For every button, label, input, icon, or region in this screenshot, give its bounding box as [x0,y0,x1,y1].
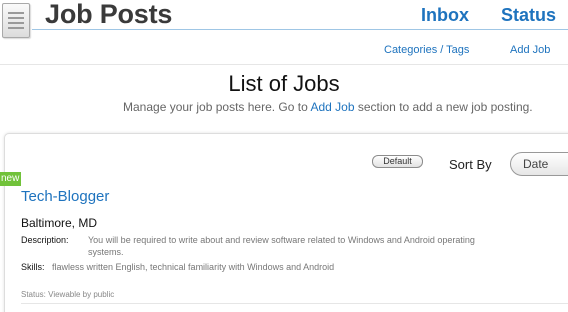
job-status: Status: Viewable by public [21,290,115,299]
subnav-divider [0,64,568,65]
subtitle-text-before: Manage your job posts here. Go to [123,100,311,114]
new-badge: new [0,172,21,186]
add-job-link[interactable]: Add Job [510,44,550,56]
add-job-inline-link[interactable]: Add Job [310,100,354,114]
job-divider [21,303,568,304]
nav-status[interactable]: Status [501,5,556,26]
subtitle-text-after: section to add a new job posting. [354,100,533,114]
default-button[interactable]: Default [372,155,423,168]
app-title: Job Posts [45,0,173,29]
sort-select[interactable]: Date [510,152,568,176]
description-label: Description: [21,235,69,245]
categories-tags-link[interactable]: Categories / Tags [384,44,469,56]
header-divider [32,29,568,30]
page-title: List of Jobs [228,71,340,96]
job-location: Baltimore, MD [21,216,98,230]
job-title-link[interactable]: Tech-Blogger [21,188,109,205]
job-description: You will be required to write about and … [88,235,475,257]
job-skills: flawless written English, technical fami… [52,262,335,272]
menu-icon[interactable] [2,3,30,38]
sort-by-label: Sort By [449,157,492,172]
page-subtitle: Manage your job posts here. Go to Add Jo… [123,100,533,114]
nav-inbox[interactable]: Inbox [421,5,469,26]
skills-label: Skills: [21,262,45,272]
